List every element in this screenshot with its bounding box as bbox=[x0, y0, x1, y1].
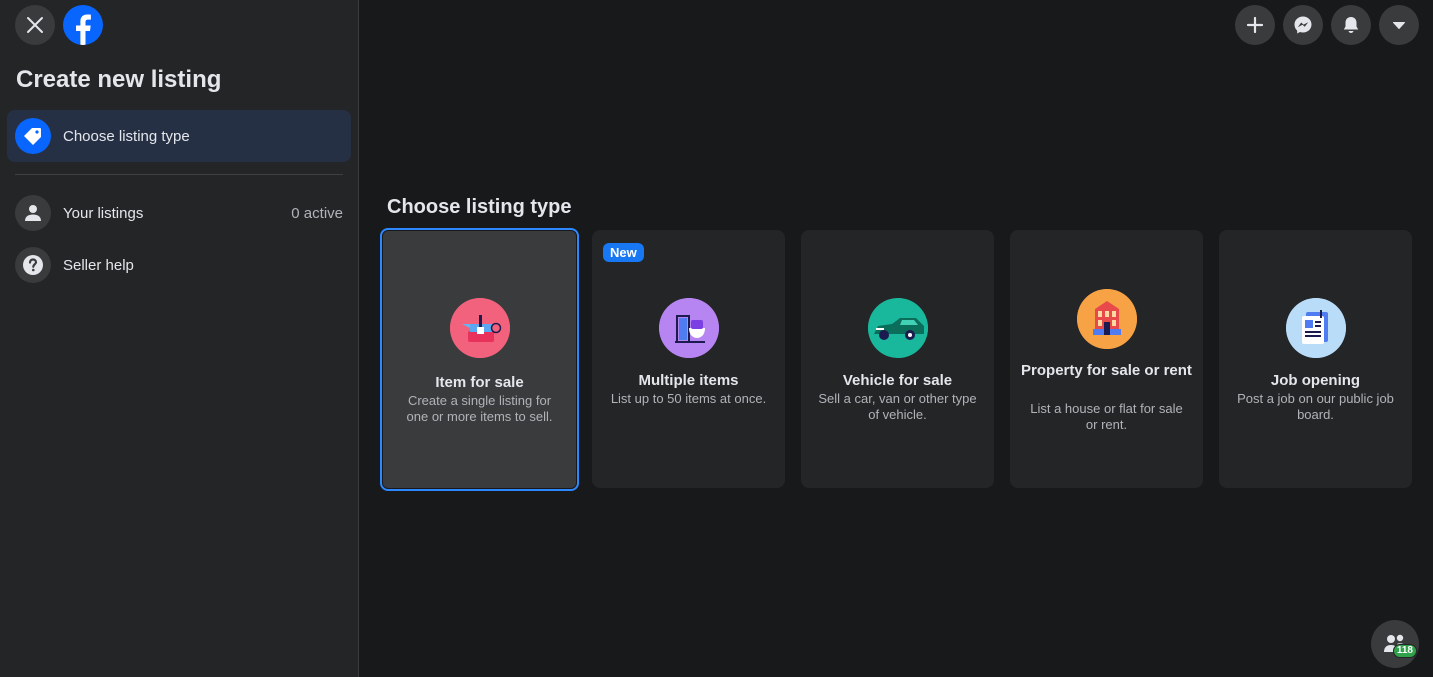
app-root: Create new listing Choose listing type Y… bbox=[0, 0, 1433, 677]
person-icon bbox=[15, 195, 51, 231]
caret-down-icon bbox=[1393, 22, 1405, 29]
facebook-f-icon bbox=[76, 14, 91, 45]
card-title: Vehicle for sale bbox=[842, 372, 953, 389]
listing-type-multiple-items[interactable]: New Multiple items List up to 50 items a… bbox=[592, 230, 785, 488]
card-description: Sell a car, van or other type of vehicle… bbox=[818, 391, 977, 422]
messenger-icon bbox=[1294, 16, 1312, 34]
listing-type-property[interactable]: Property for sale or rent List a house o… bbox=[1010, 230, 1203, 488]
card-description: List a house or flat for sale or rent. bbox=[1030, 401, 1183, 432]
tag-icon bbox=[15, 118, 51, 154]
building-icon bbox=[1076, 289, 1137, 349]
listing-type-item-for-sale[interactable]: Item for sale Create a single listing fo… bbox=[380, 228, 579, 491]
new-badge: New bbox=[603, 243, 644, 262]
sidebar-item-seller-help[interactable]: Seller help bbox=[7, 243, 351, 287]
sidebar-item-label: Seller help bbox=[63, 256, 134, 274]
messenger-button[interactable] bbox=[1283, 5, 1323, 45]
sidebar: Create new listing Choose listing type Y… bbox=[0, 0, 359, 677]
card-description: List up to 50 items at once. bbox=[610, 391, 767, 406]
sidebar-item-choose-listing-type[interactable]: Choose listing type bbox=[7, 110, 351, 162]
question-icon bbox=[15, 247, 51, 283]
listing-type-job-opening[interactable]: Job opening Post a job on our public job… bbox=[1219, 230, 1412, 488]
facebook-logo[interactable] bbox=[63, 5, 103, 45]
active-count: 0 active bbox=[291, 204, 343, 222]
car-icon bbox=[867, 298, 928, 358]
sidebar-title: Create new listing bbox=[16, 66, 222, 93]
listing-type-heading: Choose listing type bbox=[387, 196, 572, 218]
bell-icon bbox=[1343, 17, 1359, 33]
plus-icon bbox=[1246, 16, 1264, 34]
listing-type-vehicle-for-sale[interactable]: Vehicle for sale Sell a car, van or othe… bbox=[801, 230, 994, 488]
close-button[interactable] bbox=[15, 5, 55, 45]
card-title: Property for sale or rent bbox=[1021, 362, 1192, 379]
sidebar-divider bbox=[15, 174, 343, 175]
card-title: Item for sale bbox=[435, 374, 524, 391]
create-button[interactable] bbox=[1235, 5, 1275, 45]
card-description: Create a single listing for one or more … bbox=[406, 393, 553, 424]
card-description: Post a job on our public job board. bbox=[1237, 391, 1394, 422]
contacts-count-badge: 118 bbox=[1392, 644, 1417, 658]
clipboard-icon bbox=[1285, 298, 1346, 358]
card-title: Job opening bbox=[1270, 372, 1361, 389]
sidebar-item-label: Your listings bbox=[63, 204, 144, 222]
sidebar-item-your-listings[interactable]: Your listings 0 active bbox=[7, 191, 351, 235]
card-title: Multiple items bbox=[638, 372, 739, 389]
sidebar-item-label: Choose listing type bbox=[63, 127, 190, 145]
contacts-button[interactable]: 118 bbox=[1371, 620, 1419, 668]
account-menu-button[interactable] bbox=[1379, 5, 1419, 45]
close-icon bbox=[27, 17, 43, 33]
kettle-icon bbox=[449, 298, 510, 358]
notifications-button[interactable] bbox=[1331, 5, 1371, 45]
teapot-cup-icon bbox=[658, 298, 719, 358]
